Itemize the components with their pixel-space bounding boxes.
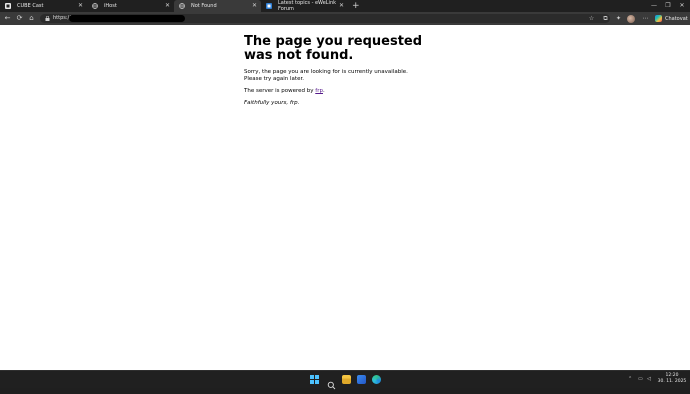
browser-toolbar: ← ⟳ ⌂ https:// ☆ ⧉ ✦ ⋯ Chatovat bbox=[0, 12, 690, 25]
windows-start-icon[interactable] bbox=[310, 375, 319, 384]
close-window-button[interactable]: ✕ bbox=[676, 0, 688, 12]
tab-label: CUBE Cast bbox=[17, 3, 44, 9]
tab-label: Latest topics - eWeLink Forum bbox=[278, 0, 337, 12]
globe-icon bbox=[92, 3, 98, 9]
new-tab-button[interactable]: + bbox=[352, 0, 360, 12]
minimize-button[interactable]: — bbox=[648, 0, 660, 12]
forum-icon bbox=[266, 3, 272, 9]
file-explorer-icon[interactable] bbox=[342, 375, 351, 384]
tab-cube-cast[interactable]: CUBE Cast ✕ bbox=[0, 0, 87, 12]
powered-suffix: . bbox=[322, 88, 325, 94]
tab-ihost[interactable]: iHost ✕ bbox=[87, 0, 174, 12]
extensions-icon[interactable]: ⧉ bbox=[601, 14, 610, 23]
unavailable-message: Sorry, the page you are looking for is c… bbox=[244, 69, 454, 83]
signature-text: Faithfully yours, frp. bbox=[244, 100, 300, 106]
powered-by-text: The server is powered by frp. bbox=[244, 88, 454, 95]
back-button[interactable]: ← bbox=[3, 14, 12, 23]
page-title: The page you requested was not found. bbox=[244, 34, 423, 63]
copilot-label: Chatovat bbox=[665, 15, 688, 22]
system-clock[interactable]: 12:20 30. 11. 2025 bbox=[655, 373, 689, 385]
close-tab-icon[interactable]: ✕ bbox=[78, 3, 83, 9]
volume-icon[interactable]: ◁ bbox=[647, 376, 651, 383]
store-icon[interactable] bbox=[357, 375, 366, 384]
address-redaction bbox=[69, 15, 185, 22]
network-icon[interactable]: ▭ bbox=[638, 376, 643, 383]
refresh-button[interactable]: ⟳ bbox=[15, 14, 24, 23]
copilot-button[interactable]: Chatovat bbox=[655, 14, 688, 23]
globe-icon bbox=[179, 3, 185, 9]
profile-avatar[interactable] bbox=[627, 15, 635, 23]
maximize-button[interactable]: ❐ bbox=[662, 0, 674, 12]
tab-label: Not Found bbox=[191, 3, 217, 9]
collections-icon[interactable]: ✦ bbox=[614, 14, 623, 23]
tab-label: iHost bbox=[104, 3, 117, 9]
tab-ewelink-forum[interactable]: Latest topics - eWeLink Forum ✕ bbox=[261, 0, 348, 12]
tab-strip: CUBE Cast ✕ iHost ✕ Not Found ✕ Latest t… bbox=[0, 0, 690, 12]
close-tab-icon[interactable]: ✕ bbox=[339, 3, 344, 9]
message-line-1: Sorry, the page you are looking for is c… bbox=[244, 69, 408, 75]
taskbar: ⌃ ▭ ◁ 12:20 30. 11. 2025 bbox=[0, 370, 690, 390]
copilot-icon bbox=[655, 15, 662, 22]
app-square-icon bbox=[5, 3, 11, 9]
frp-link[interactable]: frp bbox=[315, 88, 323, 94]
favorite-star-icon[interactable]: ☆ bbox=[587, 14, 596, 23]
tab-not-found[interactable]: Not Found ✕ bbox=[174, 0, 261, 12]
address-bar[interactable]: https:// bbox=[40, 14, 610, 23]
page-content: The page you requested was not found. So… bbox=[244, 35, 454, 107]
search-icon[interactable] bbox=[327, 375, 336, 390]
lock-icon bbox=[45, 16, 50, 21]
clock-date: 30. 11. 2025 bbox=[657, 379, 687, 384]
close-tab-icon[interactable]: ✕ bbox=[165, 3, 170, 9]
edge-icon[interactable] bbox=[372, 375, 381, 384]
close-tab-icon[interactable]: ✕ bbox=[252, 3, 257, 9]
home-button[interactable]: ⌂ bbox=[27, 14, 36, 23]
more-menu-icon[interactable]: ⋯ bbox=[641, 14, 650, 23]
message-line-2: Please try again later. bbox=[244, 76, 304, 82]
page-viewport: The page you requested was not found. So… bbox=[0, 25, 690, 370]
tray-chevron-icon[interactable]: ⌃ bbox=[628, 376, 632, 383]
powered-prefix: The server is powered by bbox=[244, 88, 316, 94]
